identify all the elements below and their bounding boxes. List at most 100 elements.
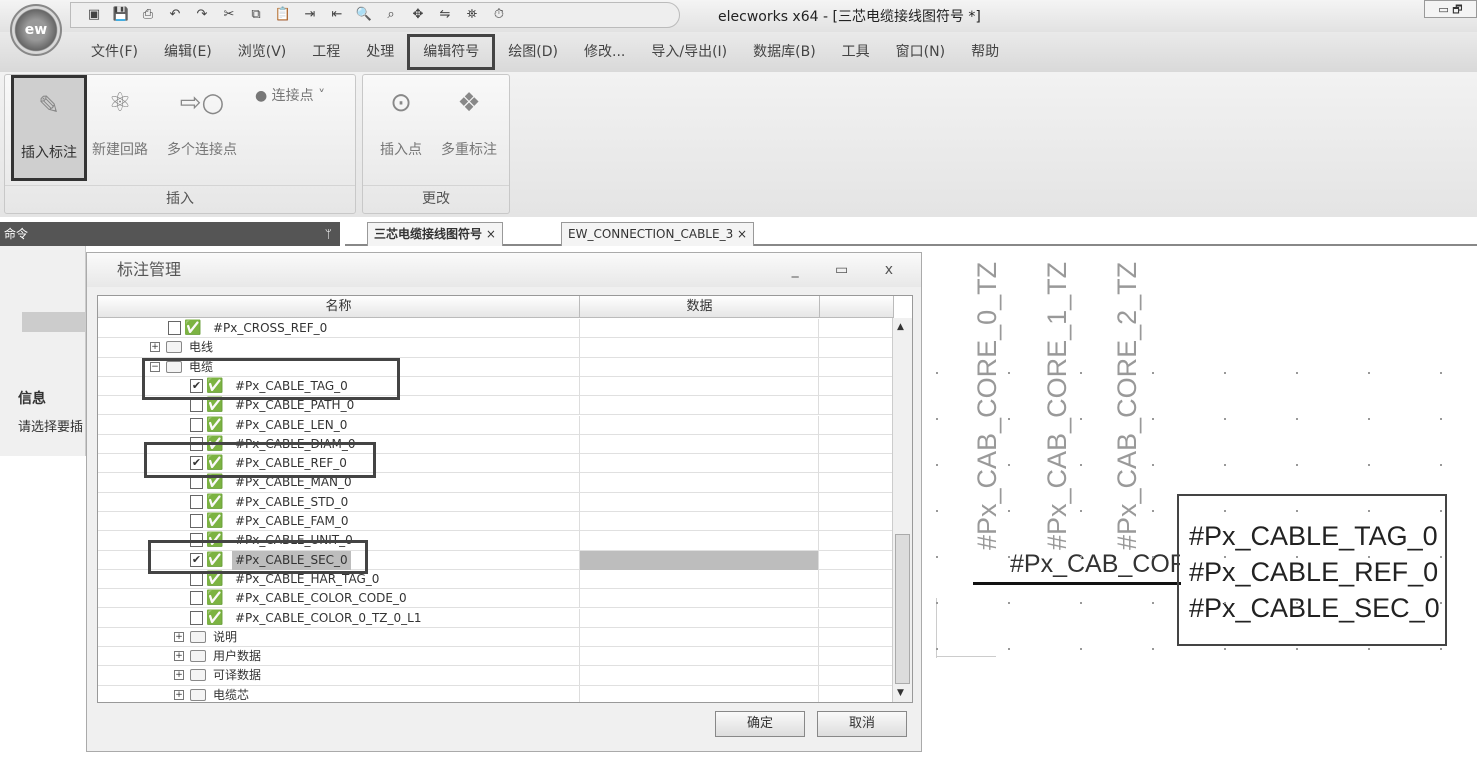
menu-item-0[interactable]: 文件(F) [78,34,151,70]
save-icon[interactable]: 💾 [112,7,130,23]
find-icon[interactable]: ⛯ [463,7,481,23]
data-cell[interactable] [579,627,819,647]
menu-item-1[interactable]: 编辑(E) [151,34,225,70]
pin-icon[interactable]: ᛘ [325,222,332,246]
copy-icon[interactable]: ⧉ [247,7,265,23]
tree-item[interactable]: ✅ #Px_CABLE_STD_0 [98,492,892,512]
data-cell[interactable] [579,666,819,686]
tree-folder[interactable]: + 可译数据 [98,666,892,686]
new-icon[interactable]: ▣ [85,7,103,23]
paste-icon[interactable]: 📋 [274,7,292,23]
data-cell[interactable] [579,396,819,416]
menu-item-3[interactable]: 工程 [299,34,353,70]
data-cell[interactable] [579,608,819,628]
checkbox[interactable] [190,398,203,413]
cable-line[interactable] [973,582,1181,585]
multi-connection-point-button[interactable]: ⇨○ 多个连接点 [157,75,247,159]
drawing-canvas[interactable]: #Px_CAB_CORE_0_TZ #Px_CAB_CORE_1_TZ #Px_… [922,248,1477,760]
scroll-down-icon[interactable]: ▼ [897,688,904,698]
cut-icon[interactable]: ✂ [220,7,238,23]
checkbox[interactable] [190,514,203,528]
tree-folder[interactable]: + 说明 [98,627,892,648]
tab-connection-cable[interactable]: EW_CONNECTION_CABLE_3 × [561,222,755,246]
timer-icon[interactable]: ⏱ [490,7,508,23]
expand-icon[interactable]: + [174,689,184,700]
menu-item-7[interactable]: 修改... [571,34,638,70]
menu-item-5[interactable]: 编辑符号 [407,34,496,70]
data-cell[interactable] [579,319,819,338]
tab-symbol[interactable]: 三芯电缆接线图符号 × [367,222,503,246]
tree-folder[interactable]: + 电缆芯 [98,685,892,702]
insert-point-button[interactable]: ⊙ 插入点 [369,75,433,159]
column-header-data[interactable]: 数据 [580,296,820,318]
data-cell[interactable] [579,512,819,531]
menu-item-10[interactable]: 工具 [829,34,883,70]
menu-item-8[interactable]: 导入/导出(I) [638,34,740,70]
core-label-0[interactable]: #Px_CAB_CORE_0_TZ [972,262,1003,550]
window-controls[interactable]: ▭ 🗗 [1424,0,1477,18]
checkbox[interactable] [168,321,181,335]
menu-item-12[interactable]: 帮助 [958,34,1012,70]
insert-annotation-button[interactable]: ✎ 插入标注 [11,75,87,181]
scroll-thumb[interactable] [895,534,910,684]
app-logo-button[interactable]: ew [10,4,62,56]
connection-point-dropdown[interactable]: ● 连接点 ˅ [255,85,355,105]
tree-item[interactable]: ✅ #Px_CABLE_LEN_0 [98,415,892,435]
tree-item[interactable]: ✅ #Px_CROSS_REF_0 [98,319,892,339]
data-cell[interactable] [579,454,819,474]
menu-item-2[interactable]: 浏览(V) [225,34,300,70]
scroll-up-icon[interactable]: ▲ [897,322,904,332]
checkbox[interactable] [190,591,203,606]
tree-folder[interactable]: + 用户数据 [98,647,892,667]
mirror-icon[interactable]: ⇋ [436,7,454,23]
export-icon[interactable]: ⇤ [328,7,346,23]
data-cell[interactable] [579,492,819,512]
zoom-icon[interactable]: ⌕ [382,7,400,23]
column-header-name[interactable]: 名称 [98,296,580,318]
menu-item-6[interactable]: 绘图(D) [495,34,571,70]
checkbox[interactable] [190,610,203,625]
tree-item[interactable]: ✅ #Px_CABLE_COLOR_CODE_0 [98,589,892,609]
tree-item[interactable]: ✅ #Px_CABLE_FAM_0 [98,512,892,532]
zoom-window-icon[interactable]: 🔍 [355,7,373,23]
expand-icon[interactable]: + [150,342,160,353]
checkbox[interactable] [190,417,203,432]
attribute-block[interactable]: #Px_CABLE_TAG_0 #Px_CABLE_REF_0 #Px_CABL… [1177,494,1447,646]
data-cell[interactable] [579,415,819,435]
import-icon[interactable]: ⇥ [301,7,319,23]
checkbox[interactable] [190,494,203,509]
core-label-2[interactable]: #Px_CAB_CORE_2_TZ [1112,262,1143,550]
ok-button[interactable]: 确定 [715,711,805,737]
data-cell[interactable] [579,357,819,377]
core-label-1[interactable]: #Px_CAB_CORE_1_TZ [1042,262,1073,550]
close-icon[interactable]: × [486,227,496,241]
vertical-scrollbar[interactable]: ▲ ▼ [892,318,912,702]
cancel-button[interactable]: 取消 [817,711,907,737]
multi-annotation-button[interactable]: ❖ 多重标注 [433,75,505,159]
redo-icon[interactable]: ↷ [193,7,211,23]
data-cell[interactable] [579,589,819,609]
data-cell[interactable] [579,338,819,358]
data-cell[interactable] [579,531,819,551]
data-cell[interactable] [579,473,819,493]
data-cell[interactable] [579,569,819,589]
menu-item-4[interactable]: 处理 [353,34,407,70]
overlapping-label[interactable]: #Px_CAB_CORE_CABLE_TAG_0 [1010,550,1180,579]
menu-item-9[interactable]: 数据库(B) [740,34,829,70]
undo-icon[interactable]: ↶ [166,7,184,23]
expand-icon[interactable]: + [174,651,184,662]
tree-folder[interactable]: + 电线 [98,338,892,358]
pan-icon[interactable]: ✥ [409,7,427,23]
data-cell[interactable] [579,647,819,667]
expand-icon[interactable]: + [174,631,184,642]
close-icon[interactable]: × [737,227,747,241]
data-cell[interactable] [579,376,819,396]
data-cell[interactable] [579,550,819,570]
data-cell[interactable] [579,685,819,702]
print-icon[interactable]: ⎙ [139,7,157,23]
menu-item-11[interactable]: 窗口(N) [883,34,958,70]
expand-icon[interactable]: + [174,670,184,681]
new-circuit-button[interactable]: ⚛ 新建回路 [85,75,155,159]
data-cell[interactable] [579,434,819,454]
tree-item[interactable]: ✅ #Px_CABLE_COLOR_0_TZ_0_L1 [98,608,892,628]
